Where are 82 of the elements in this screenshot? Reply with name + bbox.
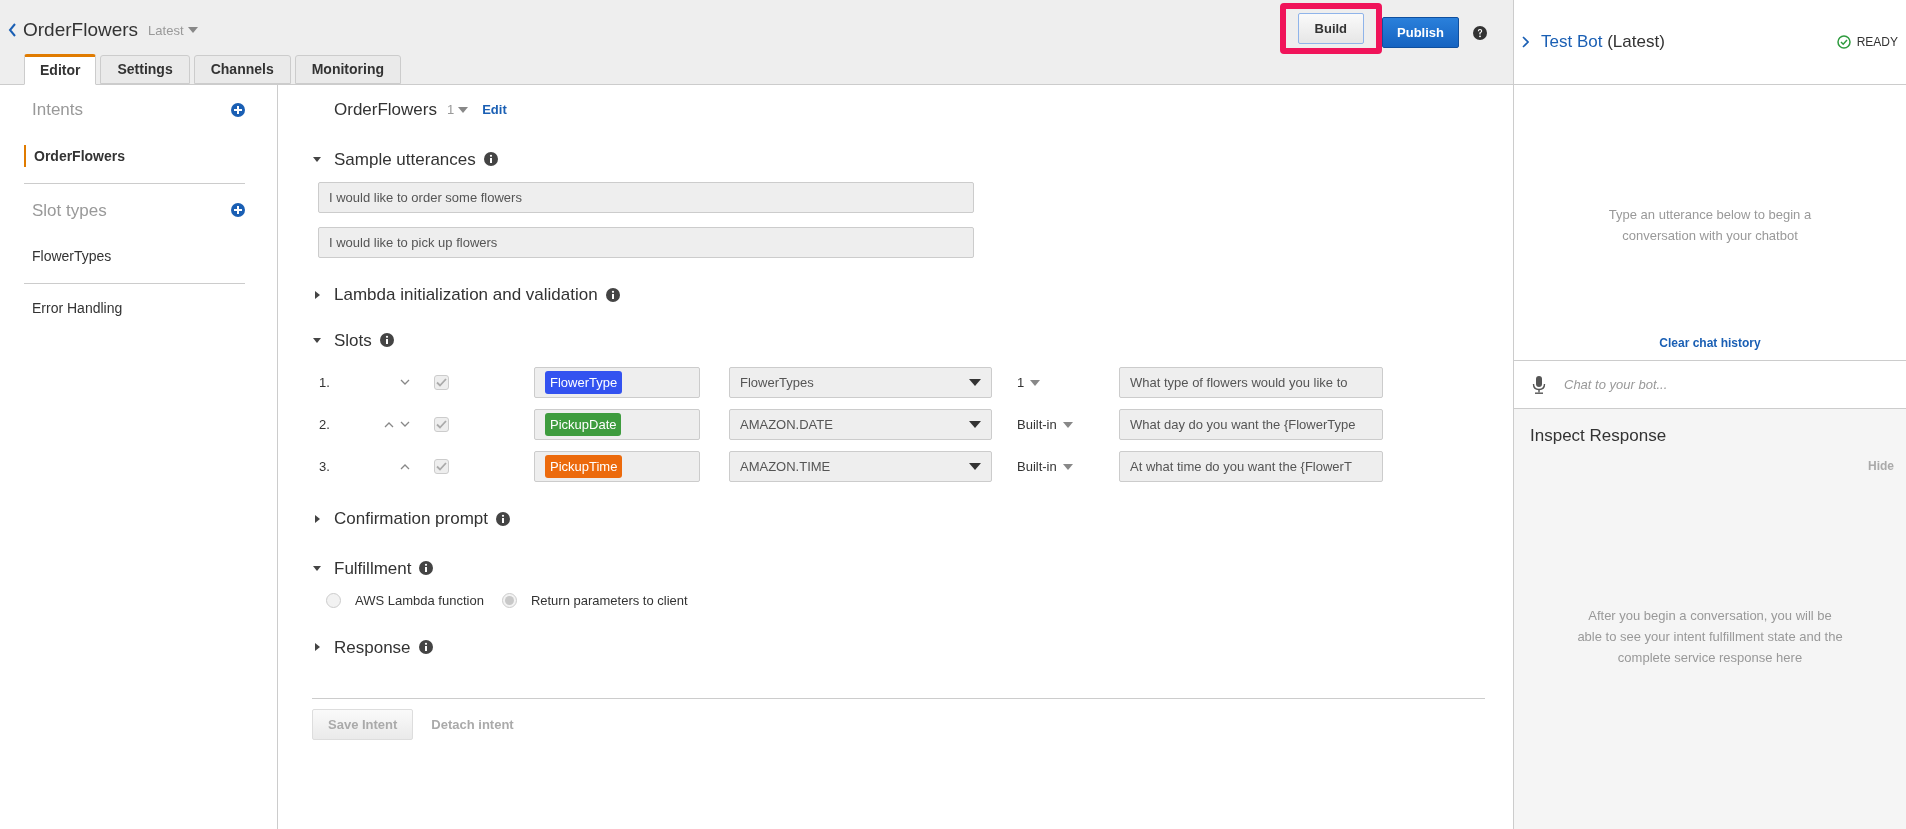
microphone-icon[interactable] — [1532, 375, 1546, 394]
clear-chat-link[interactable]: Clear chat history — [1659, 334, 1761, 352]
required-checkbox[interactable] — [434, 375, 449, 390]
tab[interactable]: Monitoring — [294, 55, 401, 84]
radio-button[interactable] — [326, 593, 341, 609]
chat-input[interactable]: Chat to your bot... — [1564, 374, 1906, 395]
test-bot-title[interactable]: Test Bot — [1541, 32, 1603, 52]
sidebar-heading: Intents — [32, 99, 84, 121]
radio-button[interactable] — [501, 593, 517, 609]
caret-down-icon — [187, 27, 198, 34]
slot-version-dropdown[interactable]: 1 — [1017, 372, 1119, 393]
section-heading[interactable]: Response — [334, 634, 411, 660]
empty-chat-message: Type an utterance below to begin a conversation with your chatbot — [1607, 206, 1813, 245]
slot-type-select[interactable]: FlowerTypes — [729, 367, 992, 398]
section-heading[interactable]: Fulfillment — [334, 555, 412, 581]
test-bot-version: (Latest) — [1607, 32, 1665, 52]
tab[interactable]: Editor — [24, 54, 97, 85]
help-icon[interactable] — [1473, 26, 1487, 40]
caret-down-icon — [969, 421, 981, 428]
add-icon[interactable] — [231, 102, 245, 117]
publish-button[interactable]: Publish — [1382, 17, 1459, 48]
caret-right-icon[interactable] — [312, 513, 322, 524]
check-circle-icon — [1836, 35, 1851, 49]
move-down-icon[interactable] — [400, 421, 410, 428]
intent-name: OrderFlowers — [334, 99, 437, 121]
required-checkbox[interactable] — [434, 417, 449, 432]
slot-prompt-field[interactable]: What type of flowers would you like to — [1119, 367, 1383, 398]
sidebar-item[interactable]: OrderFlowers — [24, 144, 245, 167]
info-icon[interactable] — [483, 152, 498, 167]
inspect-message: After you begin a conversation, you will be able to see your intent fulfillment state and the complete service response here — [1576, 606, 1844, 667]
utterance-field[interactable]: I would like to order some flowers — [318, 182, 974, 213]
sidebar-item[interactable]: Error Handling — [24, 298, 245, 319]
caret-down-icon — [1062, 421, 1073, 428]
move-down-icon[interactable] — [400, 379, 410, 386]
utterance-field[interactable]: I would like to pick up flowers — [318, 227, 974, 258]
sidebar-item[interactable]: FlowerTypes — [24, 245, 245, 267]
sidebar-heading: Slot types — [32, 199, 107, 222]
info-icon[interactable] — [379, 333, 394, 348]
info-icon[interactable] — [418, 640, 433, 655]
slot-number: 2. — [318, 415, 331, 434]
status-label: READY — [1856, 34, 1898, 51]
radio-label: Return parameters to client — [530, 592, 688, 610]
slot-type-select[interactable]: AMAZON.TIME — [729, 451, 992, 482]
slot-name-field[interactable]: PickupDate — [534, 409, 700, 440]
caret-down-icon — [1062, 463, 1073, 470]
info-icon[interactable] — [496, 511, 510, 526]
slot-prompt-field[interactable]: What day do you want the {FlowerType — [1119, 409, 1383, 440]
caret-down-icon — [969, 463, 981, 470]
required-checkbox[interactable] — [434, 459, 449, 474]
slot-name-tag: PickupDate — [545, 412, 622, 437]
slot-name-field[interactable]: FlowerType — [534, 367, 700, 398]
tab[interactable]: Settings — [100, 55, 190, 84]
add-icon[interactable] — [231, 203, 245, 218]
back-icon[interactable] — [8, 23, 17, 38]
radio-label: AWS Lambda function — [355, 592, 484, 610]
slot-number: 1. — [318, 373, 331, 392]
build-button[interactable]: Build — [1297, 13, 1365, 44]
move-up-icon[interactable] — [384, 421, 394, 428]
edit-link[interactable]: Edit — [482, 100, 507, 120]
caret-down-icon — [458, 106, 469, 113]
expand-icon[interactable] — [1522, 36, 1529, 48]
section-heading[interactable]: Confirmation prompt — [334, 506, 488, 532]
slot-version-dropdown[interactable]: Built-in — [1017, 456, 1119, 477]
inspect-response-heading: Inspect Response — [1530, 425, 1668, 447]
section-heading[interactable]: Sample utterances — [334, 146, 476, 172]
move-up-icon[interactable] — [400, 463, 410, 470]
tab[interactable]: Channels — [193, 55, 291, 84]
info-icon[interactable] — [419, 561, 434, 576]
slot-name-tag: FlowerType — [545, 370, 623, 395]
slot-number: 3. — [318, 457, 331, 476]
slot-type-select[interactable]: AMAZON.DATE — [729, 409, 992, 440]
info-icon[interactable] — [605, 287, 620, 302]
caret-down-icon — [1030, 379, 1041, 386]
section-heading[interactable]: Lambda initialization and validation — [334, 282, 598, 308]
slot-version-dropdown[interactable]: Built-in — [1017, 414, 1119, 435]
slot-prompt-field[interactable]: At what time do you want the {FlowerT — [1119, 451, 1383, 482]
section-heading[interactable]: Slots — [334, 327, 372, 353]
bot-name: OrderFlowers — [23, 18, 139, 42]
caret-right-icon[interactable] — [312, 289, 322, 300]
caret-down-icon — [969, 379, 981, 386]
slot-name-tag: PickupTime — [545, 454, 623, 479]
caret-right-icon[interactable] — [312, 642, 322, 653]
